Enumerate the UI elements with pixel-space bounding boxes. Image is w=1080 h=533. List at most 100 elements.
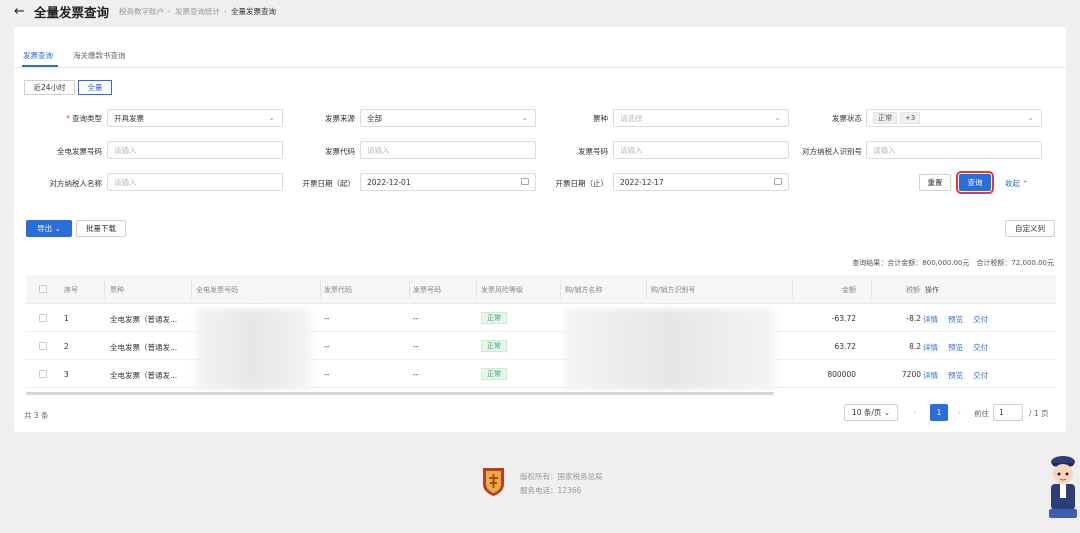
chevron-down-icon: ⌄ xyxy=(521,113,528,122)
cell-ticket-type: 全电发票（普通发... xyxy=(110,371,178,380)
goto-label: 前往 xyxy=(974,409,989,418)
query-type-select[interactable]: 开具发票 ⌄ xyxy=(107,109,283,127)
reset-button[interactable]: 重置 xyxy=(919,174,951,191)
cell-index: 1 xyxy=(64,314,69,323)
redacted-party-info xyxy=(565,309,775,389)
calendar-icon xyxy=(521,178,529,185)
tax-emblem-icon xyxy=(483,468,504,496)
date-start-picker[interactable]: 2022-12-01 xyxy=(360,173,536,191)
column-divider xyxy=(560,281,561,298)
top-bar: ← 全量发票查询 税务数字账户 › 发票查询统计 › 全量发票查询 xyxy=(0,0,1080,22)
chevron-down-icon: ⌄ xyxy=(883,408,891,417)
breadcrumb: 税务数字账户 › 发票查询统计 › 全量发票查询 xyxy=(119,6,276,17)
breadcrumb-separator-icon: › xyxy=(224,6,228,16)
invoice-source-select[interactable]: 全部 ⌄ xyxy=(360,109,536,127)
tab-bar: 发票查询 海关缴款书查询 xyxy=(14,27,1066,70)
custom-columns-button[interactable]: 自定义列 xyxy=(1005,220,1055,237)
chevron-down-icon: ⌄ xyxy=(54,224,61,233)
collapse-toggle[interactable]: 收起 ⌃ xyxy=(1005,178,1029,189)
row-checkbox[interactable] xyxy=(39,314,47,322)
date-start-label: 开票日期（起） xyxy=(302,179,356,188)
horizontal-scrollbar[interactable] xyxy=(26,392,774,395)
filter-all[interactable]: 全量 xyxy=(78,80,112,95)
col-amount: 金额 xyxy=(842,286,856,294)
column-divider xyxy=(792,281,793,298)
main-card: 发票查询 海关缴款书查询 近24小时 全量 * 查询类型 开具发票 ⌄ 发票来源 全… xyxy=(14,27,1066,432)
table-header: 序号 票种 全电发票号码 发票代码 发票号码 发票风险等级 购/销方名称 购/销… xyxy=(26,275,1056,304)
full-invoice-number-input[interactable]: 请输入 xyxy=(107,141,283,159)
goto-page-input[interactable]: 1 xyxy=(993,404,1023,421)
export-button[interactable]: 导出 ⌄ xyxy=(26,220,72,237)
footer-phone: 服务电话：12366 xyxy=(520,486,582,495)
invoice-number-input[interactable]: 请输入 xyxy=(613,141,789,159)
deliver-link[interactable]: 交付 xyxy=(973,370,988,381)
chevron-down-icon: ⌄ xyxy=(1027,113,1034,122)
chevron-down-icon: ⌄ xyxy=(774,113,781,122)
col-index: 序号 xyxy=(64,286,78,294)
counterparty-tax-id-label: 对方纳税人识别号 xyxy=(802,147,862,156)
cell-tax: -8.2 xyxy=(906,314,921,323)
cell-invoice-code: -- xyxy=(324,314,330,323)
invoice-code-input[interactable]: 请输入 xyxy=(360,141,536,159)
breadcrumb-current: 全量发票查询 xyxy=(231,6,277,16)
calendar-icon xyxy=(774,178,782,185)
preview-link[interactable]: 预览 xyxy=(948,370,963,381)
column-divider xyxy=(320,281,321,298)
invoice-status-select[interactable]: 正常 +3 ⌄ xyxy=(866,109,1042,127)
deliver-link[interactable]: 交付 xyxy=(973,314,988,325)
counterparty-name-input[interactable]: 请输入 xyxy=(107,173,283,191)
cell-amount: 63.72 xyxy=(834,342,856,351)
prev-page-icon[interactable]: ‹ xyxy=(913,408,916,417)
cell-ticket-type: 全电发票（普通发... xyxy=(110,343,178,352)
breadcrumb-separator-icon: › xyxy=(168,6,172,16)
counterparty-tax-id-input[interactable]: 请输入 xyxy=(866,141,1042,159)
cell-invoice-number: -- xyxy=(413,314,419,323)
row-checkbox[interactable] xyxy=(39,342,47,350)
preview-link[interactable]: 预览 xyxy=(948,342,963,353)
date-end-picker[interactable]: 2022-12-17 xyxy=(613,173,789,191)
deliver-link[interactable]: 交付 xyxy=(973,342,988,353)
select-all-checkbox[interactable] xyxy=(39,285,47,293)
cell-ticket-type: 全电发票（普通发... xyxy=(110,315,178,324)
batch-download-button[interactable]: 批量下载 xyxy=(76,220,126,237)
query-summary: 查询结果：合计金额：800,000.00元 合计税额：72,000.00元 xyxy=(852,259,1054,267)
cell-invoice-code: -- xyxy=(324,342,330,351)
breadcrumb-item[interactable]: 发票查询统计 xyxy=(175,6,220,17)
filter-last-24h[interactable]: 近24小时 xyxy=(24,80,75,95)
table-row: 1 全电发票（普通发... -- -- 正常 -63.72 -8.2 详情 预览… xyxy=(26,304,1056,332)
detail-link[interactable]: 详情 xyxy=(923,342,938,353)
col-invoice-number: 发票号码 xyxy=(413,286,441,294)
row-checkbox[interactable] xyxy=(39,370,47,378)
column-divider xyxy=(104,281,105,298)
cell-invoice-number: -- xyxy=(413,370,419,379)
detail-link[interactable]: 详情 xyxy=(923,314,938,325)
page-total: / 1 页 xyxy=(1029,409,1049,418)
column-divider xyxy=(476,281,477,298)
chevron-up-icon: ⌃ xyxy=(1022,179,1029,188)
tab-invoice-query[interactable]: 发票查询 xyxy=(23,50,53,61)
cell-index: 3 xyxy=(64,370,69,379)
col-actions: 操作 xyxy=(925,286,939,294)
page-title: 全量发票查询 xyxy=(34,4,110,20)
query-button[interactable]: 查询 xyxy=(956,171,994,194)
cell-amount: 800000 xyxy=(827,370,856,379)
next-page-icon[interactable]: › xyxy=(958,408,961,417)
total-count: 共 3 条 xyxy=(24,411,49,420)
footer-copyright: 版权所有：国家税务总局 xyxy=(520,472,603,481)
status-tag: 正常 xyxy=(873,112,897,124)
query-type-label: * 查询类型 xyxy=(66,114,102,123)
back-arrow-icon[interactable]: ← xyxy=(14,4,28,19)
column-divider xyxy=(191,281,192,298)
preview-link[interactable]: 预览 xyxy=(948,314,963,325)
detail-link[interactable]: 详情 xyxy=(923,370,938,381)
page-1-button[interactable]: 1 xyxy=(930,404,948,421)
table-row: 3 全电发票（普通发... -- -- 正常 800000 7200 详情 预览… xyxy=(26,360,1056,388)
mascot-avatar-icon[interactable] xyxy=(1045,454,1080,522)
redacted-invoice-numbers xyxy=(196,309,311,389)
breadcrumb-item[interactable]: 税务数字账户 xyxy=(119,6,164,17)
ticket-type-select[interactable]: 请选择 ⌄ xyxy=(613,109,789,127)
col-invoice-code: 发票代码 xyxy=(324,286,352,294)
column-divider xyxy=(646,281,647,298)
tab-customs-payment-query[interactable]: 海关缴款书查询 xyxy=(73,50,126,61)
page-size-select[interactable]: 10 条/页 ⌄ xyxy=(844,404,898,421)
